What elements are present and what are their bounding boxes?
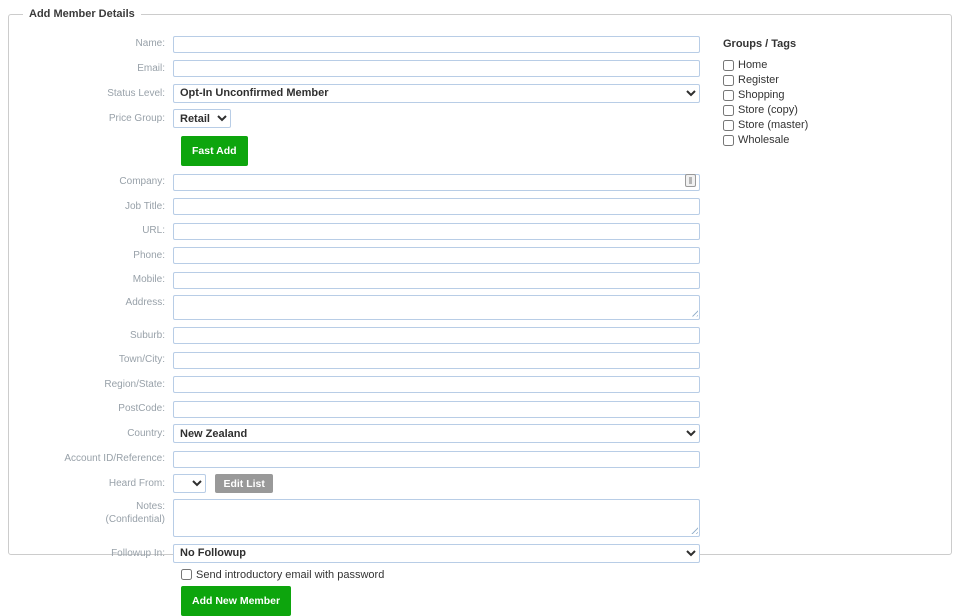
notes-textarea[interactable]: [173, 499, 700, 537]
email-input[interactable]: [173, 60, 700, 77]
checkbox[interactable]: [723, 120, 734, 131]
add-new-member-button[interactable]: Add New Member: [181, 586, 291, 616]
heard-from-select[interactable]: [173, 474, 206, 493]
send-intro-email-checkbox[interactable]: Send introductory email with password: [181, 569, 709, 581]
add-member-details-panel: Add Member Details Name: Email: Status L…: [8, 8, 952, 555]
status-level-label: Status Level:: [9, 86, 173, 101]
price-group-select[interactable]: Retail: [173, 109, 231, 128]
status-level-select[interactable]: Opt-In Unconfirmed Member: [173, 84, 700, 103]
groups-tags-list: Home Register Shopping Store (copy) Store (m…: [723, 59, 923, 146]
group-label: Shopping: [738, 89, 785, 101]
panel-title: Add Member Details: [23, 8, 141, 20]
groups-tags-title: Groups / Tags: [723, 38, 923, 50]
postcode-input[interactable]: [173, 401, 700, 418]
country-select[interactable]: New Zealand: [173, 424, 700, 443]
followup-in-select[interactable]: No Followup: [173, 544, 700, 563]
groups-tags-panel: Groups / Tags Home Register Shopping Store …: [723, 34, 923, 616]
mobile-input[interactable]: [173, 272, 700, 289]
suburb-input[interactable]: [173, 327, 700, 344]
price-group-label: Price Group:: [9, 111, 173, 126]
followup-in-label: Followup In:: [9, 546, 173, 561]
address-textarea[interactable]: [173, 295, 700, 320]
group-label: Store (master): [738, 119, 808, 131]
group-checkbox-wholesale[interactable]: Wholesale: [723, 134, 923, 146]
account-id-input[interactable]: [173, 451, 700, 468]
town-city-label: Town/City:: [9, 352, 173, 367]
address-label: Address:: [9, 295, 173, 310]
job-title-input[interactable]: [173, 198, 700, 215]
mobile-label: Mobile:: [9, 272, 173, 287]
group-label: Register: [738, 74, 779, 86]
phone-label: Phone:: [9, 248, 173, 263]
url-input[interactable]: [173, 223, 700, 240]
region-state-label: Region/State:: [9, 377, 173, 392]
fast-add-button[interactable]: Fast Add: [181, 136, 248, 166]
url-label: URL:: [9, 223, 173, 238]
job-title-label: Job Title:: [9, 199, 173, 214]
send-intro-email-label: Send introductory email with password: [196, 569, 384, 581]
group-checkbox-store-copy[interactable]: Store (copy): [723, 104, 923, 116]
suburb-label: Suburb:: [9, 328, 173, 343]
group-checkbox-store-master[interactable]: Store (master): [723, 119, 923, 131]
region-state-input[interactable]: [173, 376, 700, 393]
account-id-label: Account ID/Reference:: [9, 451, 173, 466]
country-label: Country:: [9, 426, 173, 441]
name-label: Name:: [9, 36, 173, 51]
group-label: Home: [738, 59, 767, 71]
name-input[interactable]: [173, 36, 700, 53]
group-checkbox-home[interactable]: Home: [723, 59, 923, 71]
heard-from-label: Heard From:: [9, 476, 173, 491]
postcode-label: PostCode:: [9, 401, 173, 416]
group-label: Wholesale: [738, 134, 789, 146]
company-autofill-icon[interactable]: [685, 174, 696, 187]
checkbox[interactable]: [723, 60, 734, 71]
member-form: Name: Email: Status Level: Opt-In Unconf…: [9, 34, 709, 616]
edit-list-button[interactable]: Edit List: [215, 474, 272, 493]
company-label: Company:: [9, 174, 173, 189]
company-input[interactable]: [173, 174, 700, 191]
checkbox[interactable]: [723, 105, 734, 116]
email-label: Email:: [9, 61, 173, 76]
notes-label: Notes: (Confidential): [9, 499, 173, 526]
phone-input[interactable]: [173, 247, 700, 264]
checkbox[interactable]: [723, 75, 734, 86]
checkbox[interactable]: [181, 569, 192, 580]
group-label: Store (copy): [738, 104, 798, 116]
checkbox[interactable]: [723, 135, 734, 146]
checkbox[interactable]: [723, 90, 734, 101]
town-city-input[interactable]: [173, 352, 700, 369]
group-checkbox-shopping[interactable]: Shopping: [723, 89, 923, 101]
group-checkbox-register[interactable]: Register: [723, 74, 923, 86]
